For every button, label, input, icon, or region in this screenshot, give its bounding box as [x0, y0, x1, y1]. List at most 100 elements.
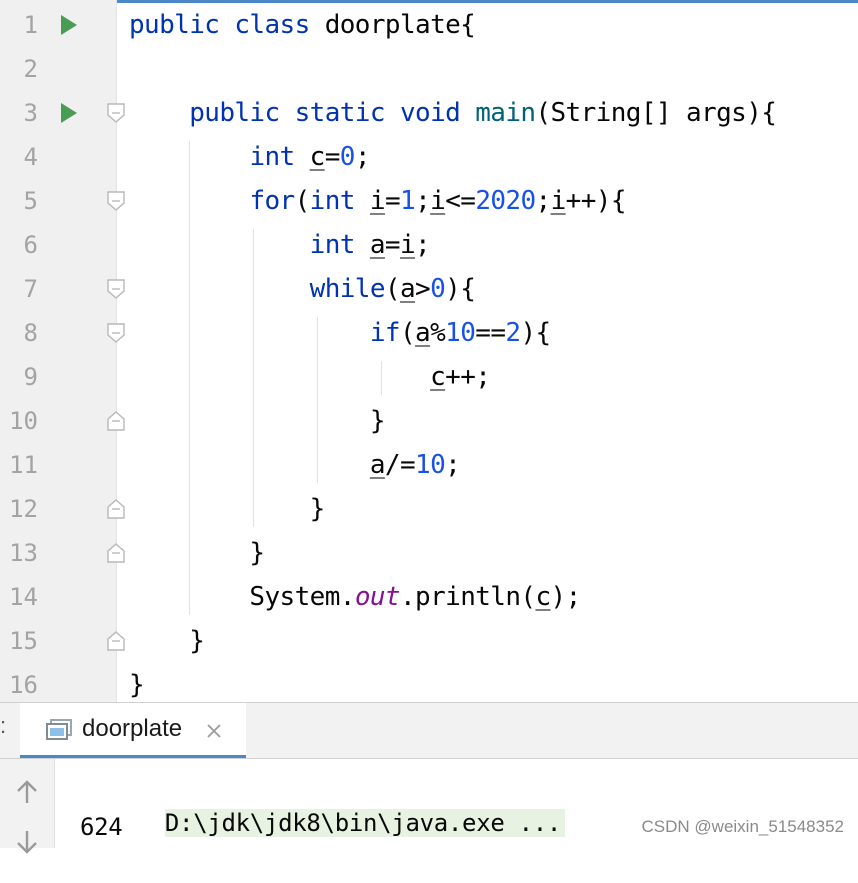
- code-token: }: [129, 626, 205, 656]
- code-token: ){: [520, 318, 551, 348]
- code-token: }: [129, 538, 265, 568]
- code-line[interactable]: c++;: [129, 355, 491, 399]
- code-token: (: [294, 186, 311, 216]
- fold-icon[interactable]: [107, 323, 125, 343]
- code-token: ;: [415, 230, 431, 260]
- line-number: 6: [23, 231, 38, 259]
- field-token: out: [354, 582, 401, 612]
- line-number: 2: [23, 55, 38, 83]
- code-token: .println(: [399, 582, 536, 612]
- code-token: ++;: [445, 362, 491, 392]
- code-line[interactable]: public static void main(String[] args){: [129, 91, 777, 135]
- code-line[interactable]: }: [129, 487, 326, 531]
- number-token: 0: [430, 274, 446, 304]
- line-number: 1: [23, 11, 38, 39]
- code-line[interactable]: }: [129, 531, 265, 575]
- code-token: ;: [415, 186, 431, 216]
- run-gutter-icon[interactable]: [60, 14, 78, 36]
- code-line[interactable]: }: [129, 663, 145, 707]
- keyword-token: if: [369, 318, 401, 348]
- line-number: 14: [9, 583, 38, 611]
- run-tab-label: doorplate: [82, 715, 183, 742]
- code-token: System.: [129, 582, 355, 612]
- code-line[interactable]: public class doorplate{: [129, 3, 476, 47]
- run-side-toolbar: [0, 759, 55, 854]
- keyword-token: while: [309, 274, 386, 304]
- code-line[interactable]: System.out.println(c);: [129, 575, 581, 619]
- line-number: 9: [23, 363, 38, 391]
- console-command-line: D:\jdk\jdk8\bin\java.exe ...: [164, 809, 566, 837]
- keyword-token: int: [309, 230, 370, 260]
- keyword-token: for: [249, 186, 295, 216]
- code-line[interactable]: }: [129, 399, 386, 443]
- variable-token: a: [399, 274, 416, 304]
- code-token: }: [129, 406, 386, 436]
- variable-token: i: [430, 186, 446, 216]
- line-number: 15: [9, 627, 38, 655]
- tab-bar-colon: :: [0, 713, 7, 738]
- number-token: 1: [400, 186, 416, 216]
- line-number: 5: [23, 187, 38, 215]
- code-token: =: [384, 186, 401, 216]
- editor-gutter: 1 2 3 4 5 6 7 8 9 10 11 12 13 14 15 16: [0, 0, 117, 702]
- variable-token: c: [309, 142, 326, 172]
- code-token: ;: [535, 186, 552, 216]
- keyword-token: public static void: [189, 98, 476, 128]
- unfold-icon[interactable]: [107, 411, 125, 431]
- close-icon[interactable]: [206, 723, 222, 739]
- line-number: 11: [9, 451, 38, 479]
- code-token: =: [384, 230, 401, 260]
- run-tab-bar: : doorplate: [0, 703, 858, 759]
- code-line[interactable]: while(a>0){: [129, 267, 476, 311]
- code-token: }: [129, 670, 145, 700]
- line-number: 12: [9, 495, 38, 523]
- code-token: );: [550, 582, 582, 612]
- line-number: 8: [23, 319, 38, 347]
- keyword-token: public class: [129, 10, 325, 40]
- line-number: 3: [23, 99, 38, 127]
- code-token: (: [399, 318, 416, 348]
- run-gutter-icon[interactable]: [60, 102, 78, 124]
- code-line[interactable]: }: [129, 619, 205, 663]
- run-tab-doorplate[interactable]: doorplate: [20, 703, 246, 758]
- variable-token: i: [550, 186, 567, 216]
- line-number: 10: [9, 407, 38, 435]
- keyword-token: int: [249, 142, 310, 172]
- code-line[interactable]: for(int i=1;i<=2020;i++){: [129, 179, 626, 223]
- code-token: /=: [384, 450, 416, 480]
- variable-token: a: [369, 450, 386, 480]
- line-number: 13: [9, 539, 38, 567]
- fold-icon[interactable]: [107, 191, 125, 211]
- number-token: 10: [445, 318, 476, 348]
- variable-token: c: [535, 582, 551, 612]
- fold-icon[interactable]: [107, 279, 125, 299]
- unfold-icon[interactable]: [107, 631, 125, 651]
- code-token: }: [129, 494, 326, 524]
- fold-icon[interactable]: [107, 103, 125, 123]
- code-line[interactable]: a/=10;: [129, 443, 461, 487]
- arrow-down-icon[interactable]: [15, 829, 39, 855]
- code-line[interactable]: if(a%10==2){: [129, 311, 551, 355]
- variable-token: i: [369, 186, 386, 216]
- code-line[interactable]: int c=0;: [129, 135, 370, 179]
- code-token: ){: [445, 274, 476, 304]
- line-number: 7: [23, 275, 38, 303]
- unfold-icon[interactable]: [107, 499, 125, 519]
- code-token: <=: [445, 186, 476, 216]
- arrow-up-icon[interactable]: [15, 779, 39, 805]
- variable-token: a: [415, 318, 431, 348]
- code-token: >: [415, 274, 431, 304]
- number-token: 0: [339, 142, 356, 172]
- code-line[interactable]: int a=i;: [129, 223, 431, 267]
- unfold-icon[interactable]: [107, 543, 125, 563]
- number-token: 2020: [475, 186, 536, 216]
- code-editor[interactable]: 1 2 3 4 5 6 7 8 9 10 11 12 13 14 15 16 public class doo…: [0, 0, 858, 702]
- method-token: main: [475, 98, 536, 128]
- console-tab-icon: [46, 719, 72, 740]
